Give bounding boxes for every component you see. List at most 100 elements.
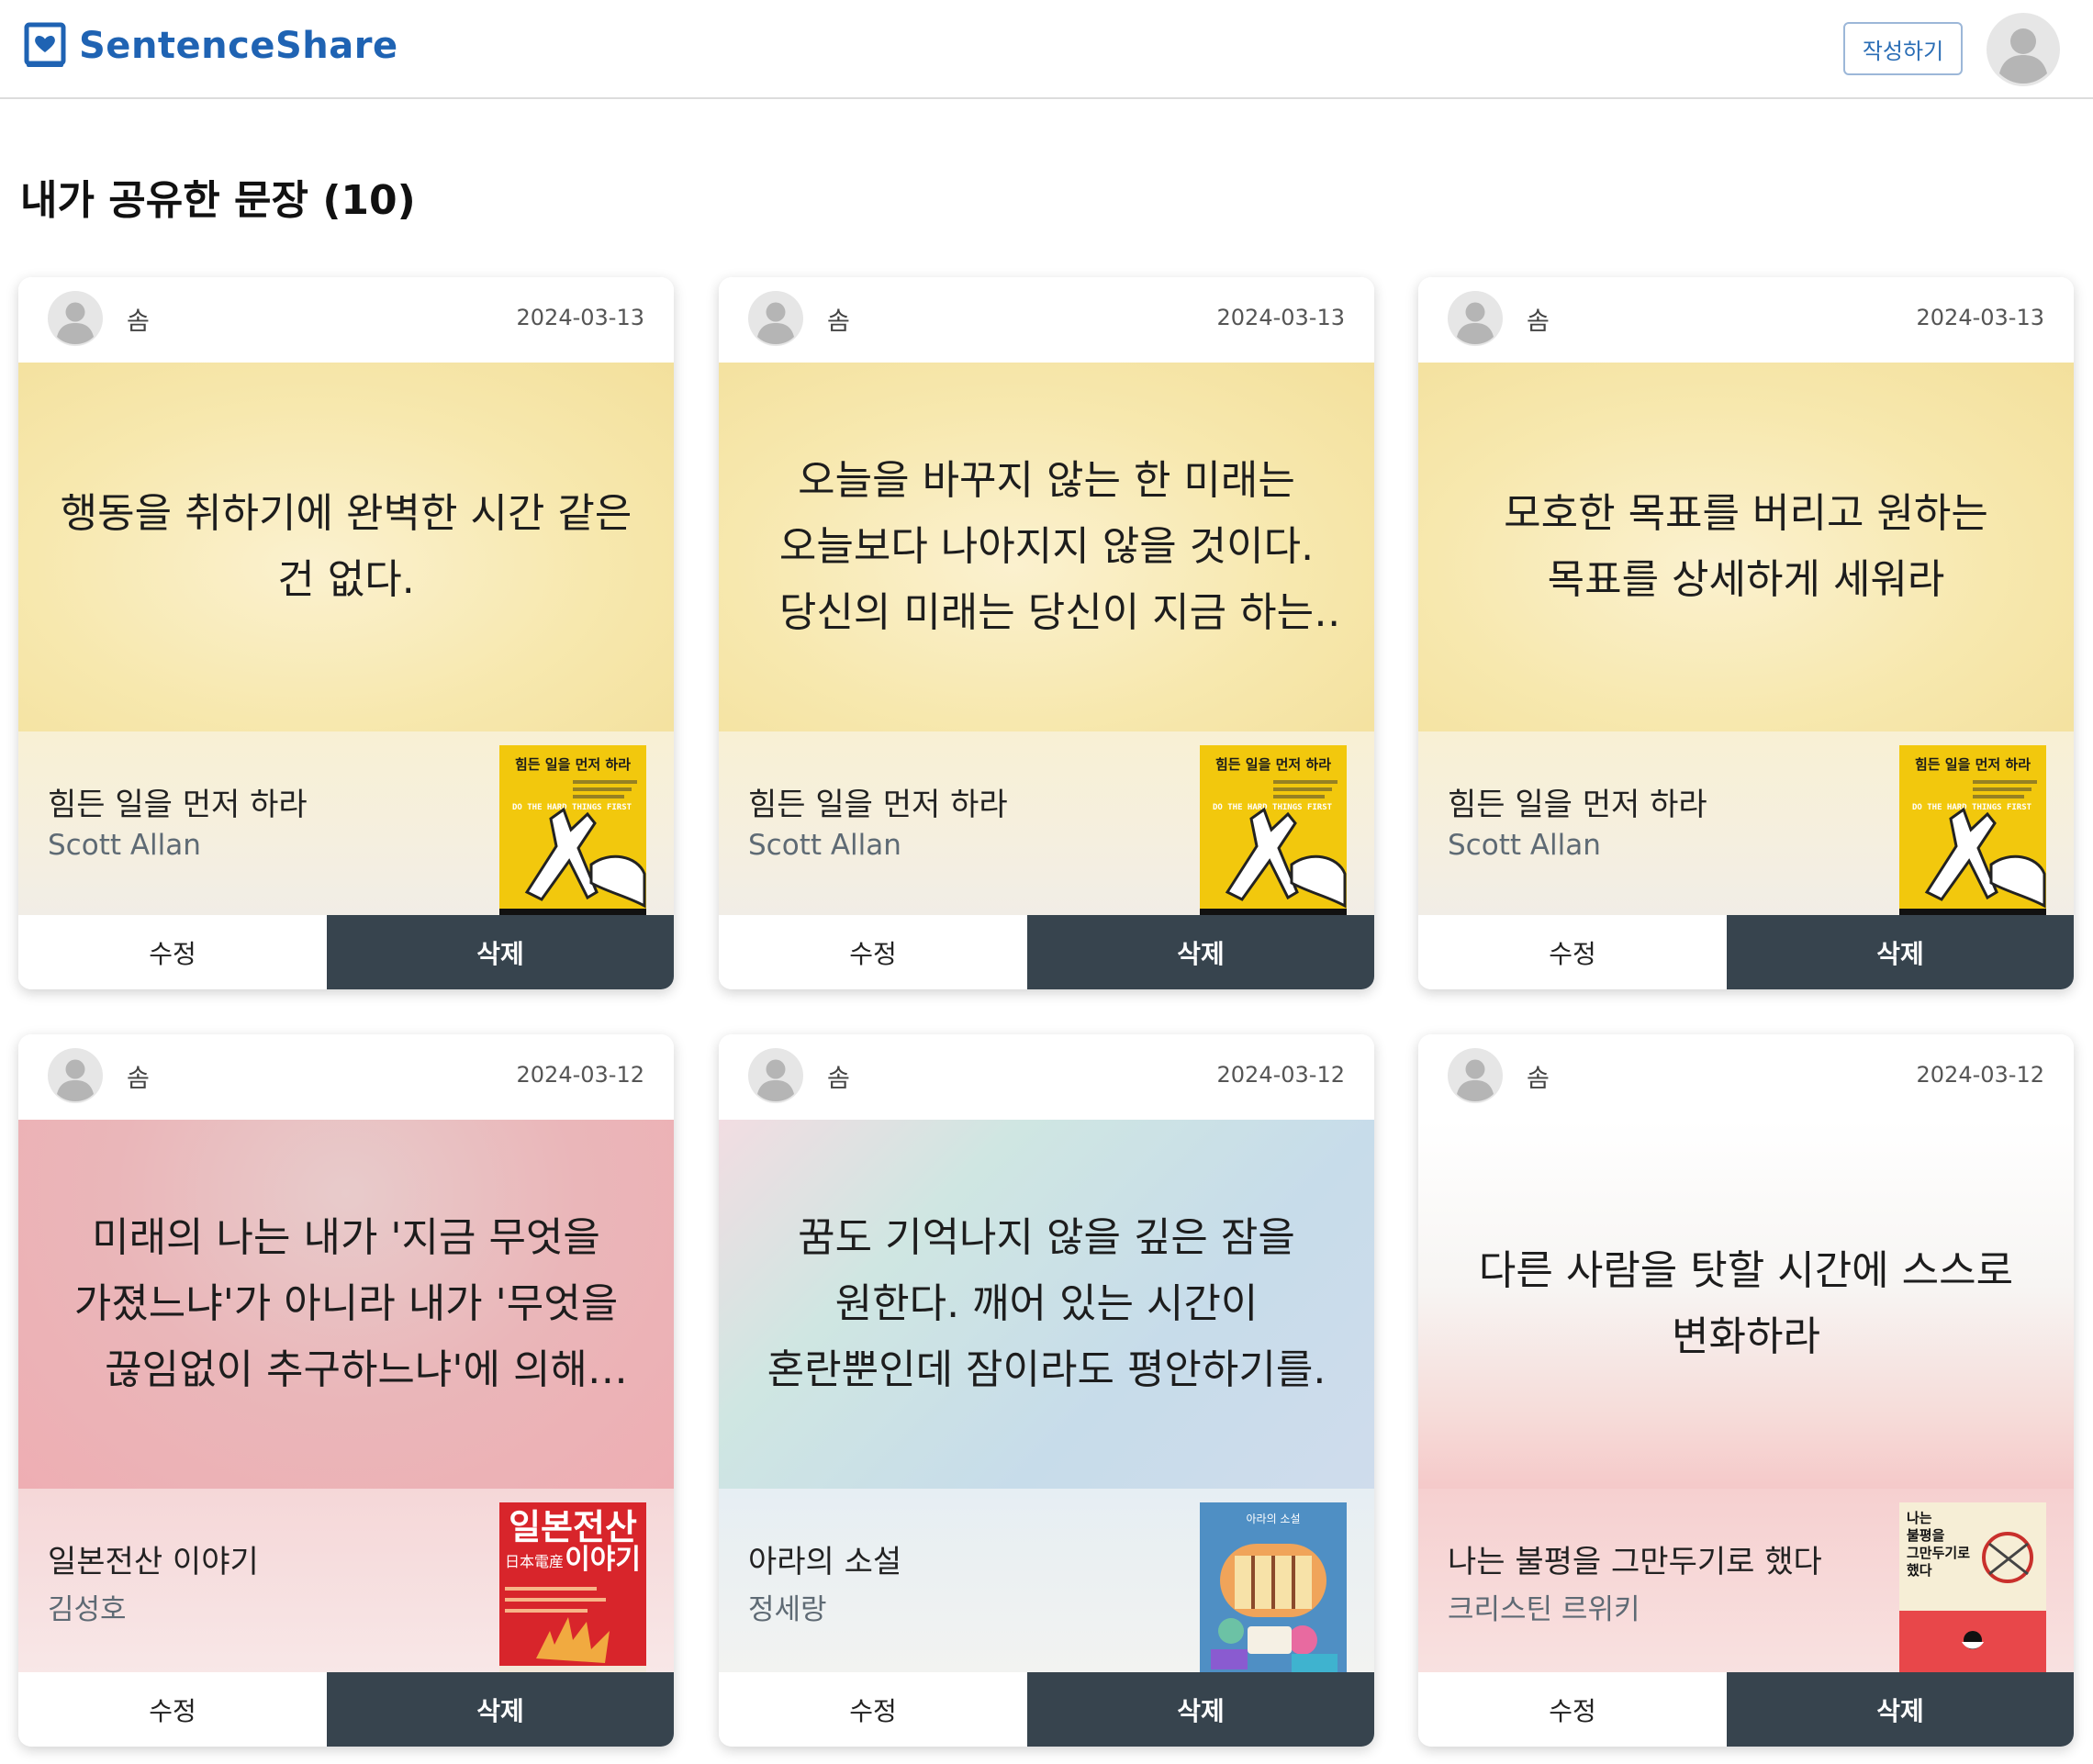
card-date: 2024-03-13	[1916, 305, 2044, 330]
edit-button[interactable]: 수정	[18, 915, 327, 989]
card-username: 솜	[127, 307, 150, 336]
book-title: 일본전산 이야기	[48, 1544, 259, 1580]
card-actions: 수정 삭제	[1418, 1672, 2074, 1747]
book-cover-image: 힘든 일을 먼저 하라 DO THE HARD THINGS FIRST	[1200, 745, 1347, 915]
cover-title: 나는 불평을 그만두기로 했다	[1907, 1510, 1971, 1579]
cover-kanji: 日本電産	[505, 1553, 564, 1570]
cover-title: 아라의 소설	[1246, 1513, 1300, 1525]
quote-area[interactable]: 다른 사람을 탓할 시간에 스스로 변화하라	[1418, 1120, 2074, 1489]
card-actions: 수정 삭제	[719, 915, 1374, 989]
card-username: 솜	[1527, 1065, 1550, 1093]
book-title: 아라의 소설	[748, 1544, 902, 1580]
page-title: 내가 공유한 문장 (10)	[20, 177, 416, 224]
quote-area[interactable]: 오늘을 바꾸지 않는 한 미래는 오늘보다 나아지지 않을 것이다. 당신의 미…	[719, 363, 1374, 731]
write-button[interactable]: 작성하기	[1843, 22, 1963, 75]
book-author: 김성호	[48, 1593, 127, 1626]
edit-button[interactable]: 수정	[719, 915, 1027, 989]
book-info: 힘든 일을 먼저 하라 Scott Allan 힘든 일을 먼저 하라 DO T…	[18, 731, 674, 915]
user-avatar-icon	[748, 1048, 803, 1103]
cover-title: 일본전산	[509, 1507, 637, 1547]
cover-subtitle: DO THE HARD THINGS FIRST	[1213, 803, 1333, 812]
quote-area[interactable]: 모호한 목표를 버리고 원하는 목표를 상세하게 세워라	[1418, 363, 2074, 731]
card-username: 솜	[827, 1065, 850, 1093]
edit-button[interactable]: 수정	[1418, 1672, 1727, 1747]
edit-button[interactable]: 수정	[1418, 915, 1727, 989]
user-avatar-icon	[748, 291, 803, 346]
card-username: 솜	[827, 307, 850, 336]
logo[interactable]: SentenceShare	[24, 22, 398, 70]
card-header: 솜 2024-03-13	[1418, 277, 2074, 363]
card-username: 솜	[1527, 307, 1550, 336]
card-header: 솜 2024-03-12	[18, 1034, 674, 1120]
book-author: Scott Allan	[1448, 829, 1601, 862]
quote-area[interactable]: 꿈도 기억나지 않을 깊은 잠을 원한다. 깨어 있는 시간이 혼란뿐인데 잠이…	[719, 1120, 1374, 1489]
delete-button[interactable]: 삭제	[1027, 915, 1374, 989]
sentence-card[interactable]: 솜 2024-03-12 꿈도 기억나지 않을 깊은 잠을 원한다. 깨어 있는…	[719, 1034, 1374, 1747]
card-header: 솜 2024-03-13	[18, 277, 674, 363]
book-title: 나는 불평을 그만두기로 했다	[1448, 1544, 1822, 1580]
quote-text: 다른 사람을 탓할 시간에 스스로 변화하라	[1478, 1247, 2014, 1360]
user-avatar-icon	[48, 291, 103, 346]
book-info: 일본전산 이야기 김성호 일본전산 日本電産 이야기	[18, 1489, 674, 1672]
user-avatar-icon	[48, 1048, 103, 1103]
quote-text: 미래의 나는 내가 '지금 무엇을 가졌느냐'가 아니라 내가 '무엇을 끊임없…	[73, 1214, 619, 1393]
cover-title: 힘든 일을 먼저 하라	[515, 756, 631, 773]
quote-text: 오늘을 바꾸지 않는 한 미래는 오늘보다 나아지지 않을 것이다. 당신의 미…	[778, 457, 1315, 636]
user-avatar-icon	[1448, 1048, 1503, 1103]
book-author: Scott Allan	[48, 829, 201, 862]
cover-subtitle: DO THE HARD THINGS FIRST	[1912, 803, 2032, 812]
delete-button[interactable]: 삭제	[1027, 1672, 1374, 1747]
book-cover-image: 나는 불평을 그만두기로 했다	[1899, 1502, 2046, 1672]
heart-book-icon	[24, 22, 66, 67]
sentence-card[interactable]: 솜 2024-03-13 행동을 취하기에 완벽한 시간 같은 건 없다. 힘든…	[18, 277, 674, 989]
book-cover-image: 힘든 일을 먼저 하라 DO THE HARD THINGS FIRST	[1899, 745, 2046, 915]
edit-button[interactable]: 수정	[18, 1672, 327, 1747]
card-header: 솜 2024-03-12	[1418, 1034, 2074, 1120]
card-username: 솜	[127, 1065, 150, 1093]
quote-text: 모호한 목표를 버리고 원하는 목표를 상세하게 세워라	[1504, 490, 1988, 603]
cover-subtitle: DO THE HARD THINGS FIRST	[512, 803, 632, 812]
book-author: 크리스틴 르위키	[1448, 1593, 1640, 1626]
card-date: 2024-03-12	[516, 1062, 644, 1088]
book-author: Scott Allan	[748, 829, 901, 862]
book-author: 정세랑	[748, 1593, 827, 1626]
delete-button[interactable]: 삭제	[1727, 1672, 2074, 1747]
quote-area[interactable]: 미래의 나는 내가 '지금 무엇을 가졌느냐'가 아니라 내가 '무엇을 끊임없…	[18, 1120, 674, 1489]
book-cover-image: 힘든 일을 먼저 하라 DO THE HARD THINGS FIRST	[499, 745, 646, 915]
book-cover-image: 아라의 소설	[1200, 1502, 1347, 1672]
cover-title: 힘든 일을 먼저 하라	[1915, 756, 2031, 773]
delete-button[interactable]: 삭제	[327, 915, 674, 989]
book-title: 힘든 일을 먼저 하라	[748, 787, 1008, 823]
sentence-card[interactable]: 솜 2024-03-13 오늘을 바꾸지 않는 한 미래는 오늘보다 나아지지 …	[719, 277, 1374, 989]
card-actions: 수정 삭제	[18, 1672, 674, 1747]
card-date: 2024-03-12	[1916, 1062, 2044, 1088]
card-date: 2024-03-12	[1216, 1062, 1345, 1088]
quote-text: 꿈도 기억나지 않을 깊은 잠을 원한다. 깨어 있는 시간이 혼란뿐인데 잠이…	[767, 1214, 1326, 1393]
sentence-card[interactable]: 솜 2024-03-13 모호한 목표를 버리고 원하는 목표를 상세하게 세워…	[1418, 277, 2074, 989]
book-info: 아라의 소설 정세랑 아라의 소설	[719, 1489, 1374, 1672]
book-info: 힘든 일을 먼저 하라 Scott Allan 힘든 일을 먼저 하라 DO T…	[1418, 731, 2074, 915]
card-actions: 수정 삭제	[18, 915, 674, 989]
delete-button[interactable]: 삭제	[1727, 915, 2074, 989]
card-actions: 수정 삭제	[1418, 915, 2074, 989]
edit-button[interactable]: 수정	[719, 1672, 1027, 1747]
book-info: 나는 불평을 그만두기로 했다 크리스틴 르위키 나는 불평을 그만두기로 했다	[1418, 1489, 2074, 1672]
user-avatar-icon[interactable]	[1987, 13, 2060, 86]
card-actions: 수정 삭제	[719, 1672, 1374, 1747]
sentence-card[interactable]: 솜 2024-03-12 다른 사람을 탓할 시간에 스스로 변화하라 나는 불…	[1418, 1034, 2074, 1747]
card-header: 솜 2024-03-13	[719, 277, 1374, 363]
book-cover-image: 일본전산 日本電産 이야기	[499, 1502, 646, 1672]
delete-button[interactable]: 삭제	[327, 1672, 674, 1747]
book-title: 힘든 일을 먼저 하라	[48, 787, 308, 823]
quote-area[interactable]: 행동을 취하기에 완벽한 시간 같은 건 없다.	[18, 363, 674, 731]
sentence-card[interactable]: 솜 2024-03-12 미래의 나는 내가 '지금 무엇을 가졌느냐'가 아니…	[18, 1034, 674, 1747]
book-title: 힘든 일을 먼저 하라	[1448, 787, 1707, 823]
card-date: 2024-03-13	[516, 305, 644, 330]
cover-title: 힘든 일을 먼저 하라	[1215, 756, 1331, 773]
quote-text: 행동을 취하기에 완벽한 시간 같은 건 없다.	[60, 490, 632, 603]
cover-subtitle: 이야기	[565, 1544, 641, 1576]
book-info: 힘든 일을 먼저 하라 Scott Allan 힘든 일을 먼저 하라 DO T…	[719, 731, 1374, 915]
top-header: SentenceShare 작성하기	[0, 0, 2093, 99]
user-avatar-icon	[1448, 291, 1503, 346]
logo-text: SentenceShare	[79, 25, 398, 67]
